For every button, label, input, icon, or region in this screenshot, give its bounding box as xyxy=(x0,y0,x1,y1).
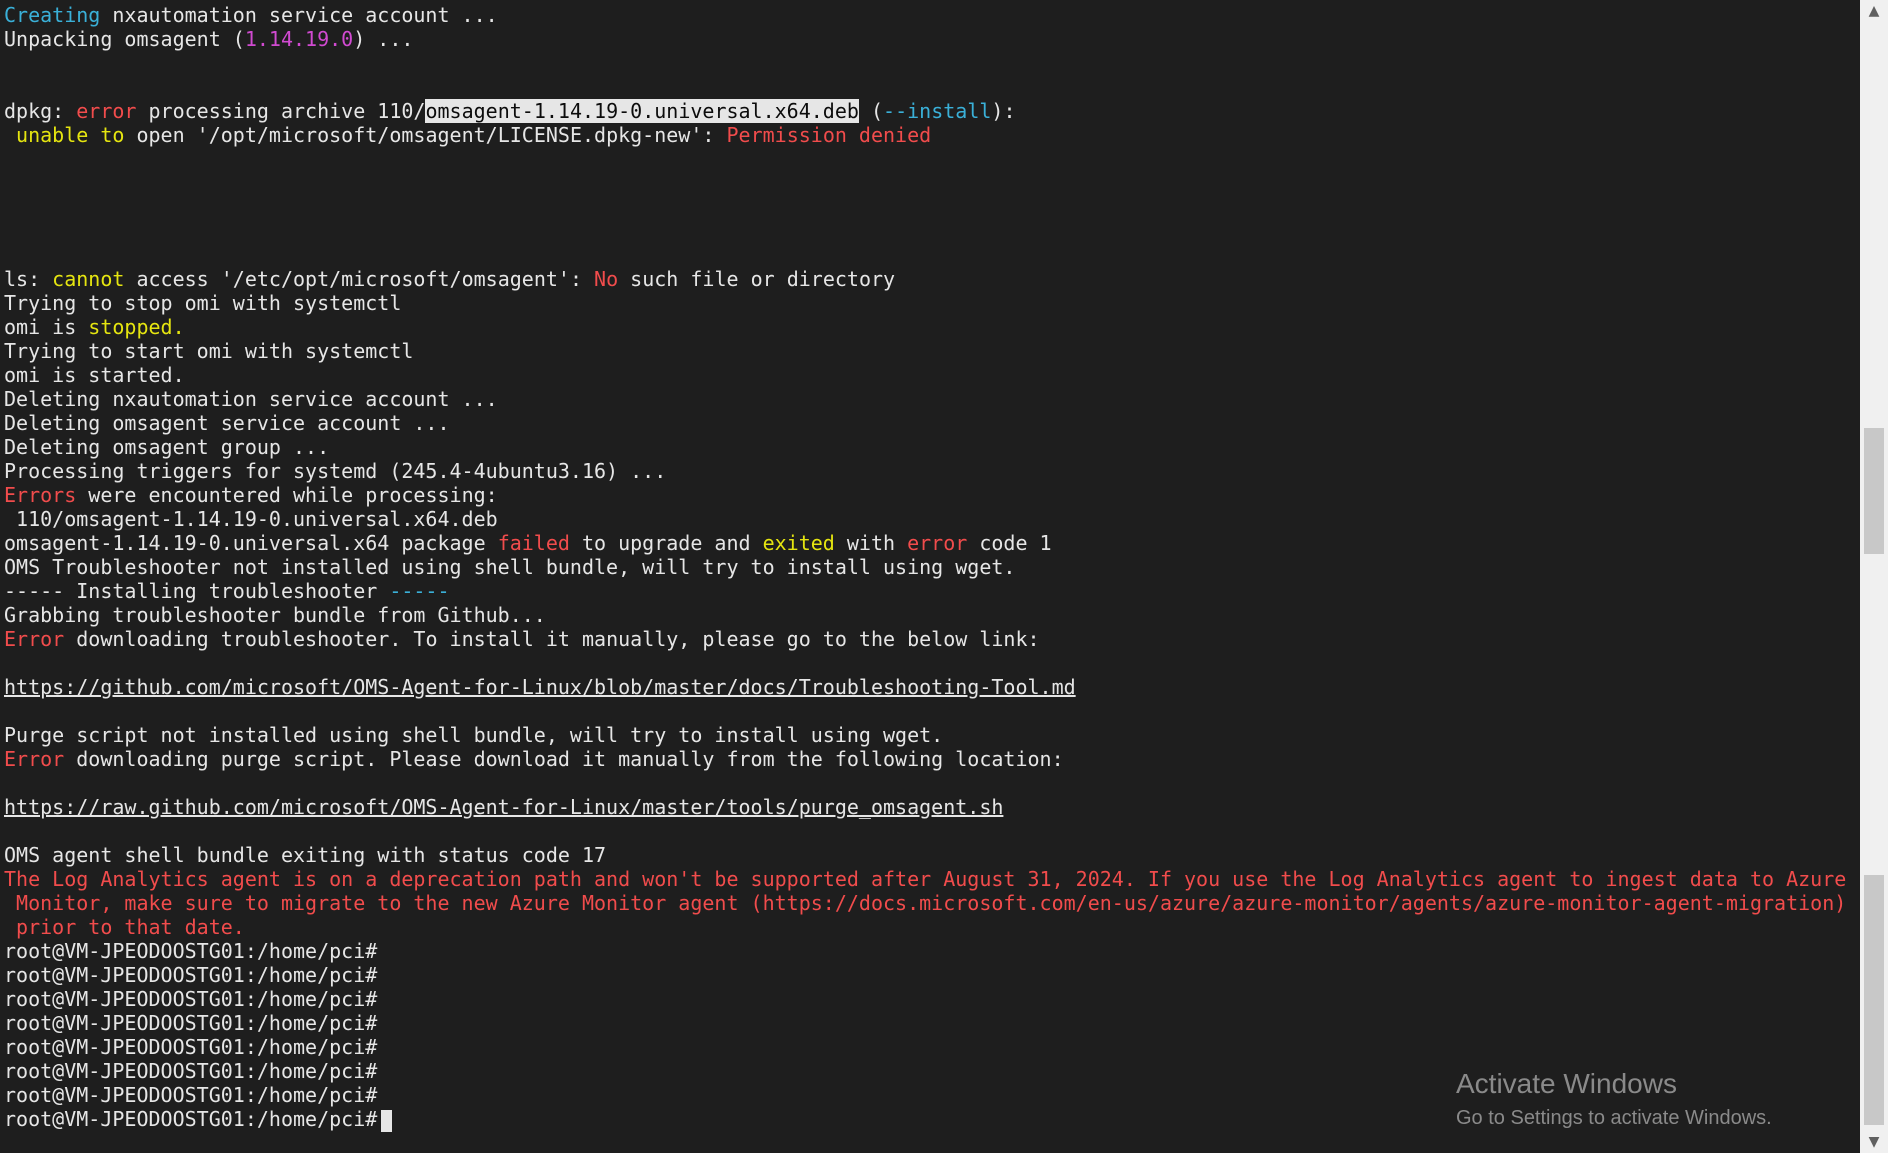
output-text: ) ... xyxy=(353,27,414,51)
output-line: Purge script not installed using shell b… xyxy=(4,723,944,747)
output-text: nxautomation service account ... xyxy=(100,3,498,27)
version-number: 1.14.19.0 xyxy=(244,27,354,51)
shell-prompt: root@VM-JPEODOOSTG01:/home/pci# xyxy=(4,939,378,963)
output-line: Trying to start omi with systemctl xyxy=(4,339,414,363)
output-line: 110/omsagent-1.14.19-0.universal.x64.deb xyxy=(4,507,498,531)
output-text: Unpacking omsagent ( xyxy=(4,27,245,51)
output-text: with xyxy=(834,531,908,555)
warning-word: unable to xyxy=(16,123,125,147)
output-text: downloading purge script. Please downloa… xyxy=(64,747,1064,771)
output-line: Deleting omsagent group ... xyxy=(4,435,330,459)
output-text: code 1 xyxy=(967,531,1052,555)
troubleshooter-link[interactable]: https://github.com/microsoft/OMS-Agent-f… xyxy=(4,675,1076,699)
output-line: Errors were encountered while processing… xyxy=(4,483,1860,507)
watermark-title: Activate Windows xyxy=(1456,1068,1677,1099)
output-line: omi is stopped. xyxy=(4,315,1860,339)
output-line: Error downloading purge script. Please d… xyxy=(4,747,1860,771)
output-line: ----- Installing troubleshooter ----- xyxy=(4,579,1860,603)
output-line: OMS Troubleshooter not installed using s… xyxy=(4,555,1016,579)
output-line: dpkg: error processing archive 110/omsag… xyxy=(4,99,1860,123)
output-line: Trying to stop omi with systemctl xyxy=(4,291,402,315)
output-line: ls: cannot access '/etc/opt/microsoft/om… xyxy=(4,267,1860,291)
output-line: Grabbing troubleshooter bundle from Gith… xyxy=(4,603,546,627)
output-line: Creating nxautomation service account ..… xyxy=(4,3,1860,27)
deprecation-warning: The Log Analytics agent is on a deprecat… xyxy=(4,867,1847,891)
shell-prompt: root@VM-JPEODOOSTG01:/home/pci# xyxy=(4,987,378,1011)
output-line: Unpacking omsagent (1.14.19.0) ... xyxy=(4,27,1860,51)
scroll-down-arrow-icon[interactable]: ▼ xyxy=(1860,1131,1888,1153)
scrollbar-thumb[interactable] xyxy=(1864,875,1884,1125)
output-text: ): xyxy=(991,99,1016,123)
deprecation-warning: prior to that date. xyxy=(4,915,245,939)
status-word: stopped. xyxy=(88,315,185,339)
output-line: https://raw.github.com/microsoft/OMS-Age… xyxy=(4,795,1860,819)
output-line: Error downloading troubleshooter. To ins… xyxy=(4,627,1860,651)
output-text: to upgrade and xyxy=(569,531,763,555)
output-text: such file or directory xyxy=(618,267,896,291)
output-text: access '/etc/opt/microsoft/omsagent': xyxy=(124,267,595,291)
separator: ----- xyxy=(389,579,450,603)
option-flag: --install xyxy=(883,99,992,123)
warning-word: exited xyxy=(762,531,835,555)
terminal-window[interactable]: Creating nxautomation service account ..… xyxy=(0,0,1860,1153)
output-line: unable to open '/opt/microsoft/omsagent/… xyxy=(4,123,1860,147)
selected-text[interactable]: omsagent-1.14.19-0.universal.x64.deb xyxy=(425,99,859,123)
text-cursor xyxy=(381,1109,393,1132)
output-text: ----- Installing troubleshooter xyxy=(4,579,390,603)
error-word: Errors xyxy=(4,483,77,507)
output-text: were encountered while processing: xyxy=(76,483,498,507)
deprecation-warning: Monitor, make sure to migrate to the new… xyxy=(4,891,1847,915)
output-line: Processing triggers for systemd (245.4-4… xyxy=(4,459,667,483)
output-line: Deleting nxautomation service account ..… xyxy=(4,387,498,411)
error-word: Permission denied xyxy=(726,123,932,147)
shell-prompt: root@VM-JPEODOOSTG01:/home/pci# xyxy=(4,963,378,987)
warning-word: cannot xyxy=(52,267,125,291)
scroll-up-arrow-icon[interactable]: ▲ xyxy=(1860,0,1888,22)
output-line: https://github.com/microsoft/OMS-Agent-f… xyxy=(4,675,1860,699)
activate-windows-watermark: Activate Windows Go to Settings to activ… xyxy=(1456,1065,1772,1133)
error-word: No xyxy=(594,267,619,291)
output-text: dpkg: xyxy=(4,99,77,123)
status-word: Creating xyxy=(4,3,101,27)
output-text: open '/opt/microsoft/omsagent/LICENSE.dp… xyxy=(124,123,727,147)
output-line: omsagent-1.14.19-0.universal.x64 package… xyxy=(4,531,1860,555)
error-word: Error xyxy=(4,627,65,651)
vertical-scrollbar[interactable]: ▲ ▼ xyxy=(1860,0,1888,1153)
output-text: ls: xyxy=(4,267,53,291)
output-text: omsagent-1.14.19-0.universal.x64 package xyxy=(4,531,498,555)
scrollbar-marker xyxy=(1864,428,1884,554)
error-word: Error xyxy=(4,747,65,771)
output-text: processing archive 110/ xyxy=(136,99,426,123)
output-line: Deleting omsagent service account ... xyxy=(4,411,450,435)
error-word: failed xyxy=(497,531,570,555)
error-word: error xyxy=(907,531,968,555)
output-text: omi is xyxy=(4,315,89,339)
error-word: error xyxy=(76,99,137,123)
shell-prompt: root@VM-JPEODOOSTG01:/home/pci# xyxy=(4,1011,378,1035)
output-line: omi is started. xyxy=(4,363,185,387)
shell-prompt: root@VM-JPEODOOSTG01:/home/pci# xyxy=(4,1107,378,1131)
output-text: ( xyxy=(858,99,884,123)
purge-script-link[interactable]: https://raw.github.com/microsoft/OMS-Age… xyxy=(4,795,1003,819)
watermark-subtitle: Go to Settings to activate Windows. xyxy=(1456,1107,1772,1129)
shell-prompt: root@VM-JPEODOOSTG01:/home/pci# xyxy=(4,1035,378,1059)
output-line: OMS agent shell bundle exiting with stat… xyxy=(4,843,607,867)
output-text: downloading troubleshooter. To install i… xyxy=(64,627,1040,651)
